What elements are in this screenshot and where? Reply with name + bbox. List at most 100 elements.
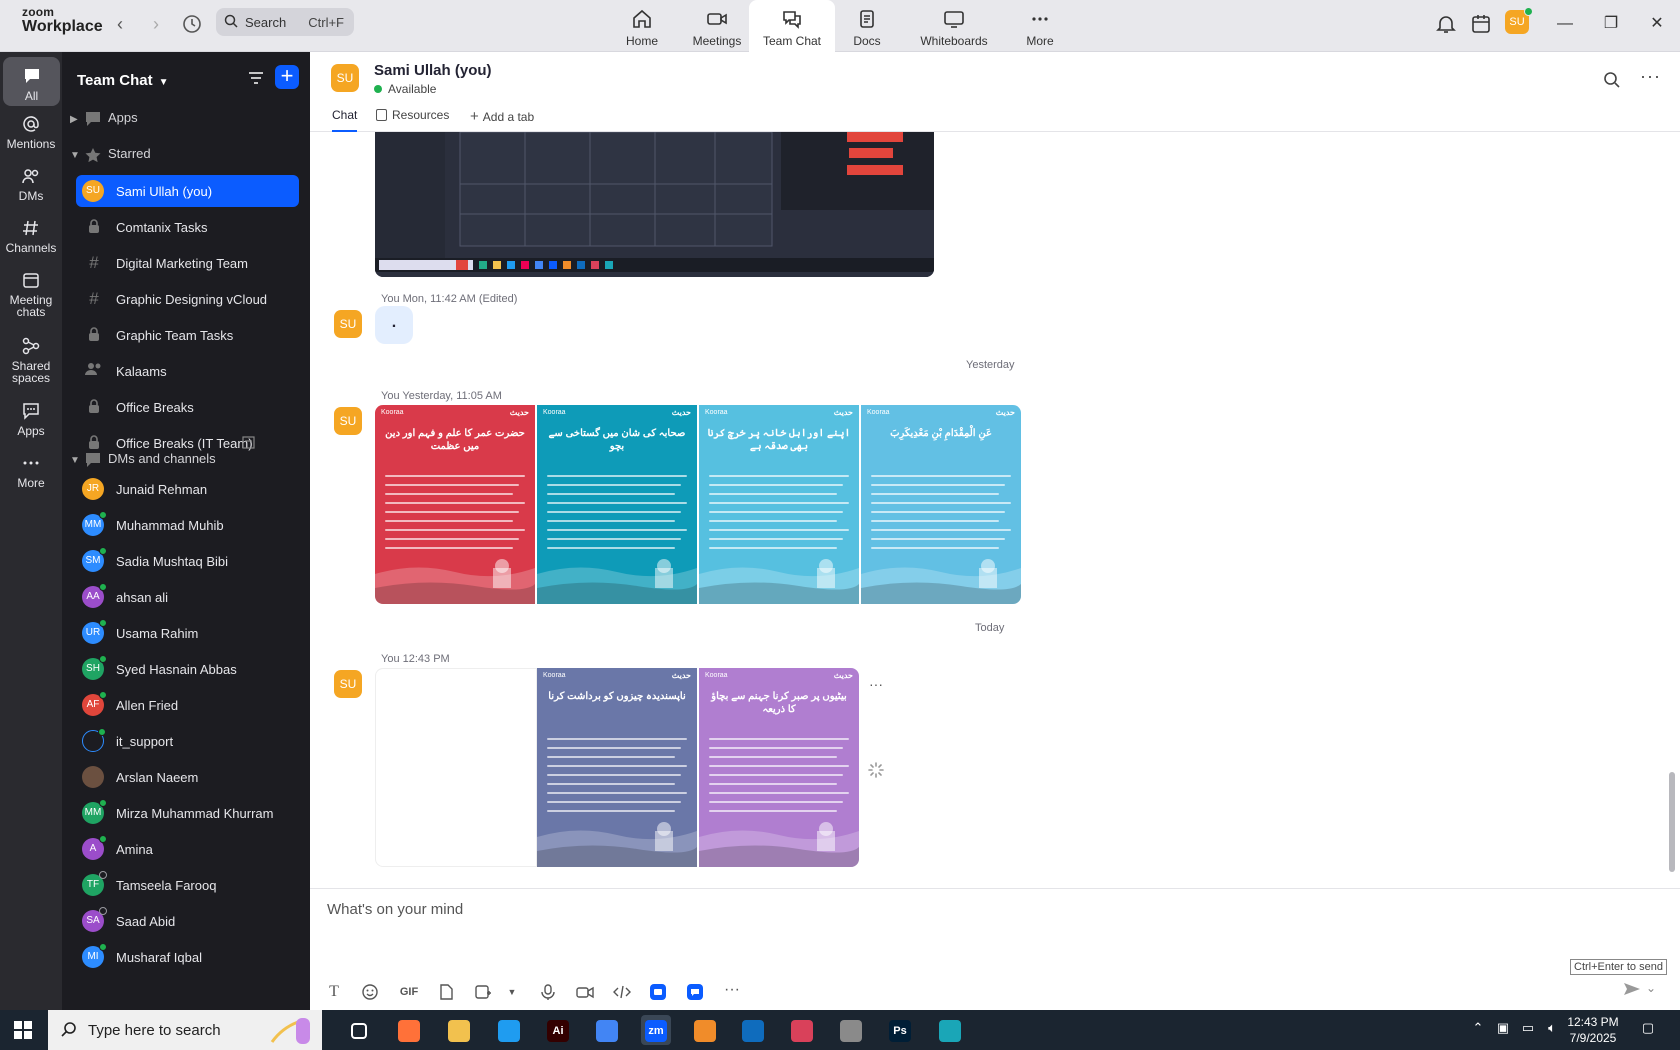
- tray-chevron-icon[interactable]: ⌃: [1468, 1020, 1488, 1040]
- scrollbar-thumb[interactable]: [1669, 772, 1675, 872]
- rail-channels[interactable]: Channels: [0, 219, 62, 254]
- taskbar-app-vscode[interactable]: [494, 1015, 524, 1045]
- more-options-icon[interactable]: ···: [1640, 66, 1661, 87]
- rail-shared-spaces[interactable]: Shared spaces: [0, 337, 62, 384]
- taskbar-app-file-explorer[interactable]: [444, 1015, 474, 1045]
- sidebar-item-dm[interactable]: SH Syed Hasnain Abbas: [76, 653, 299, 685]
- chat-avatar[interactable]: SU: [331, 64, 359, 92]
- taskbar-app-zoom[interactable]: zm: [641, 1015, 671, 1045]
- sidebar-item-dm[interactable]: MM Mirza Muhammad Khurram: [76, 797, 299, 829]
- sidebar-item-dm[interactable]: SM Sadia Mushtaq Bibi: [76, 545, 299, 577]
- taskbar-app-app-gradient[interactable]: [787, 1015, 817, 1045]
- hadith-image-card[interactable]: Kooraa حدیث صحابہ کی شان میں گستاخی سے بچو: [537, 405, 697, 604]
- tab-add[interactable]: + Add a tab: [470, 108, 534, 132]
- sidebar-item-starred[interactable]: # Digital Marketing Team: [76, 247, 299, 279]
- sidebar-item-dm[interactable]: AA ahsan ali: [76, 581, 299, 613]
- message-avatar[interactable]: SU: [334, 670, 362, 698]
- taskbar-app-outlook[interactable]: [738, 1015, 768, 1045]
- text-format-icon[interactable]: T: [324, 983, 344, 1001]
- code-snippet-icon[interactable]: [612, 983, 632, 1001]
- tab-more[interactable]: More: [997, 0, 1083, 52]
- taskbar-search[interactable]: Type here to search: [48, 1010, 322, 1050]
- history-icon[interactable]: [180, 12, 204, 36]
- section-dms-channels[interactable]: ▼ DMs and channels: [70, 451, 216, 468]
- section-starred[interactable]: ▼ Starred: [70, 146, 151, 163]
- windows-start-icon[interactable]: [14, 1021, 32, 1039]
- message-avatar[interactable]: SU: [334, 407, 362, 435]
- tab-meetings[interactable]: Meetings: [674, 0, 760, 52]
- tab-whiteboards[interactable]: Whiteboards: [911, 0, 997, 52]
- taskbar-app-photoshop[interactable]: Ps: [885, 1015, 915, 1045]
- maximize-button[interactable]: ❐: [1599, 12, 1623, 36]
- rail-more[interactable]: More: [0, 454, 62, 489]
- sidebar-item-dm[interactable]: SA Saad Abid: [76, 905, 299, 937]
- gif-button[interactable]: GIF: [397, 983, 421, 1001]
- sidebar-item-starred[interactable]: Graphic Team Tasks: [76, 319, 299, 351]
- loading-image-placeholder[interactable]: [375, 668, 537, 867]
- hadith-image-card[interactable]: Kooraa حدیث اپنے اوراہل خانہ پر خرچ کرنا ب…: [699, 405, 859, 604]
- minimize-button[interactable]: —: [1553, 12, 1577, 36]
- sidebar-item-dm[interactable]: AF Allen Fried: [76, 689, 299, 721]
- taskbar-app-app-orange[interactable]: [690, 1015, 720, 1045]
- taskbar-app-illustrator[interactable]: Ai: [543, 1015, 573, 1045]
- notifications-icon[interactable]: ▢: [1638, 1020, 1658, 1040]
- calendar-icon[interactable]: [1469, 12, 1493, 36]
- message-scrollbar[interactable]: [1668, 132, 1676, 888]
- rail-meeting-chats[interactable]: Meeting chats: [0, 271, 62, 318]
- message-composer[interactable]: What's on your mind T GIF ▼ ···: [310, 888, 1680, 1010]
- rail-dms[interactable]: DMs: [0, 167, 62, 202]
- sidebar-item-starred[interactable]: Comtanix Tasks: [76, 211, 299, 243]
- composer-placeholder[interactable]: What's on your mind: [327, 901, 463, 918]
- screenshot-icon[interactable]: [473, 983, 493, 1001]
- taskbar-app-app-cyan[interactable]: [935, 1015, 965, 1045]
- taskbar-app-task-view[interactable]: [344, 1015, 374, 1045]
- taskbar-clock[interactable]: 12:43 PM 7/9/2025: [1560, 1014, 1626, 1046]
- sidebar-item-dm[interactable]: TF Tamseela Farooq: [76, 869, 299, 901]
- bell-icon[interactable]: [1434, 12, 1458, 36]
- search-icon[interactable]: [1602, 70, 1622, 90]
- sidebar-item-dm[interactable]: it_support: [76, 725, 299, 757]
- taskbar-app-chrome[interactable]: [592, 1015, 622, 1045]
- rail-mentions[interactable]: Mentions: [0, 115, 62, 150]
- rail-all[interactable]: All: [3, 57, 60, 106]
- tab-resources[interactable]: Resources: [376, 108, 449, 132]
- close-button[interactable]: ✕: [1645, 12, 1669, 36]
- message-list[interactable]: SU You Mon, 11:42 AM (Edited) . Yesterda…: [310, 132, 1670, 888]
- microphone-icon[interactable]: [538, 983, 558, 1001]
- tab-chat[interactable]: Chat: [332, 108, 358, 132]
- forward-arrow-icon[interactable]: ›: [144, 12, 168, 36]
- video-message-icon[interactable]: [575, 983, 595, 1001]
- user-avatar[interactable]: SU: [1505, 7, 1533, 34]
- sidebar-item-dm[interactable]: JR Junaid Rehman: [76, 473, 299, 505]
- shared-screenshot-image[interactable]: [375, 132, 934, 277]
- sidebar-item-dm[interactable]: UR Usama Rahim: [76, 617, 299, 649]
- tab-team-chat[interactable]: Team Chat: [749, 0, 835, 52]
- more-tools-icon[interactable]: ···: [722, 982, 742, 1001]
- hadith-image-card[interactable]: Kooraa حدیث ناپسندیدہ چیزوں کو برداشت کرنا: [537, 668, 697, 867]
- sidebar-item-starred[interactable]: # Graphic Designing vCloud: [76, 283, 299, 315]
- tray-volume-icon[interactable]: 🔈︎: [1542, 1020, 1562, 1040]
- sidebar-item-dm[interactable]: Arslan Naeem: [76, 761, 299, 793]
- sidebar-title[interactable]: Team Chat ▼: [77, 72, 168, 89]
- back-arrow-icon[interactable]: ‹: [108, 12, 132, 36]
- sidebar-item-starred[interactable]: Office Breaks: [76, 391, 299, 423]
- section-apps[interactable]: ▶ Apps: [70, 110, 138, 127]
- hadith-image-card[interactable]: Kooraa حدیث عَنِ الْمِقْدَامِ بْنِ مَعْدِي…: [861, 405, 1021, 604]
- message-bubble[interactable]: .: [375, 306, 413, 344]
- tray-network-icon[interactable]: ▭: [1518, 1020, 1538, 1040]
- sidebar-item-starred[interactable]: Kalaams: [76, 355, 299, 387]
- sidebar-item-dm[interactable]: MI Musharaf Iqbal: [76, 941, 299, 973]
- rail-apps[interactable]: Apps: [0, 402, 62, 437]
- message-avatar[interactable]: SU: [334, 310, 362, 338]
- taskbar-app-pen-app[interactable]: [836, 1015, 866, 1045]
- sidebar-item-dm[interactable]: MM Muhammad Muhib: [76, 509, 299, 541]
- chevron-down-icon[interactable]: ▼: [502, 983, 522, 1001]
- tab-home[interactable]: Home: [599, 0, 685, 52]
- filter-icon[interactable]: [246, 68, 266, 88]
- tab-docs[interactable]: Docs: [824, 0, 910, 52]
- sidebar-item-dm[interactable]: A Amina: [76, 833, 299, 865]
- tray-network-alert-icon[interactable]: ▣: [1493, 1020, 1513, 1040]
- sidebar-item-starred[interactable]: SU Sami Ullah (you): [76, 175, 299, 207]
- emoji-icon[interactable]: [360, 983, 380, 1001]
- hadith-image-card[interactable]: Kooraa حدیث بیٹیوں پر صبر کرنا جہنم سے بچا…: [699, 668, 859, 867]
